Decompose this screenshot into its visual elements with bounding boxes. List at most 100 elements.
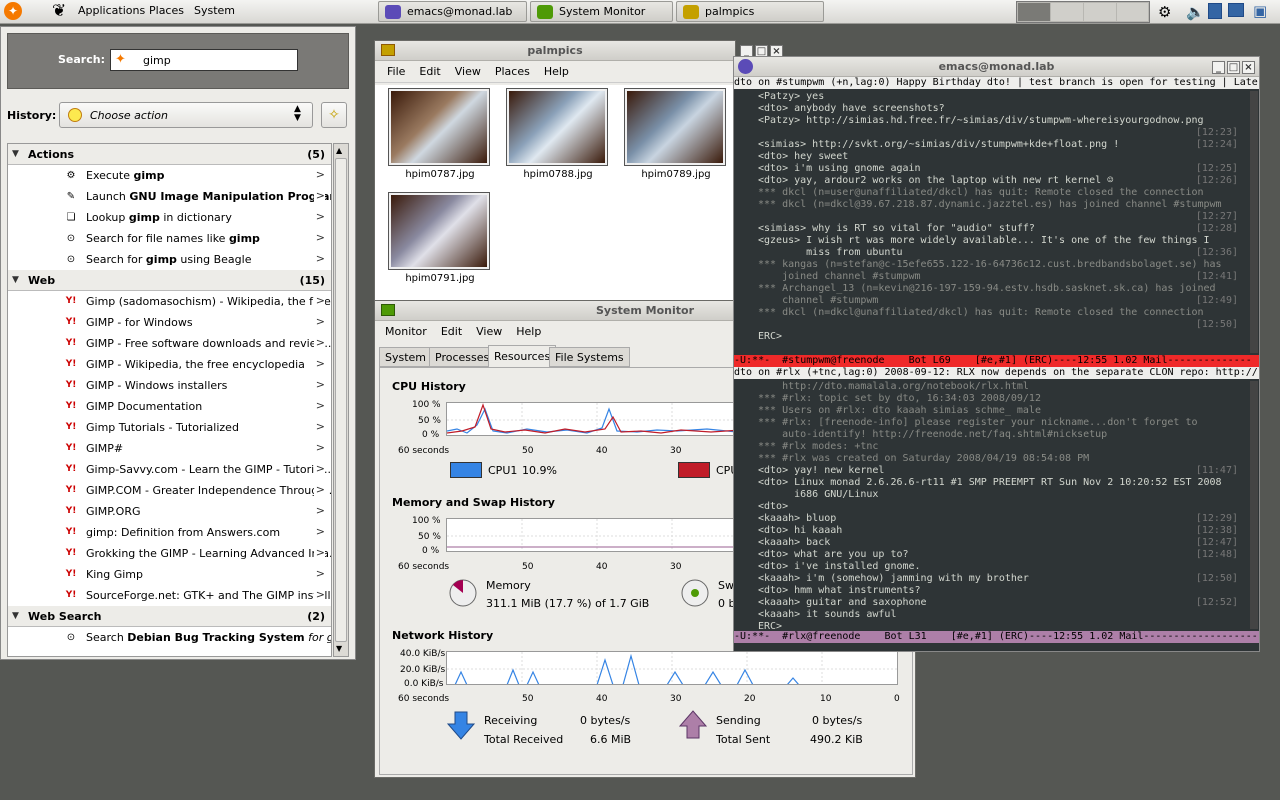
result-item[interactable]: ⊙ Search for gimp using Beagle > [8,249,331,270]
system-menu[interactable]: System [194,4,235,17]
user-switch-icon[interactable]: ▣ [1253,2,1267,20]
more-actions-arrow-icon[interactable]: > [313,315,325,328]
more-actions-arrow-icon[interactable]: > [313,252,325,265]
workspace-1[interactable] [1018,3,1050,21]
result-item[interactable]: Y! SourceForge.net: GTK+ and The GIMP ins… [8,585,331,606]
more-actions-arrow-icon[interactable]: > [313,189,325,202]
gnome-foot-icon[interactable]: ❦ [52,1,72,21]
scroll-down-icon[interactable]: ▼ [336,644,342,653]
task-system-monitor[interactable]: System Monitor [530,1,673,22]
more-actions-arrow-icon[interactable]: > [313,588,325,601]
expander-icon[interactable]: ▼ [12,611,19,621]
file-item[interactable]: hpim0789.jpg [624,88,731,180]
expander-icon[interactable]: ▼ [12,149,19,159]
workspace-2[interactable] [1051,3,1083,21]
menu-view[interactable]: View [455,65,481,78]
section-header[interactable]: ▼ Actions (5) [8,144,331,165]
more-actions-arrow-icon[interactable]: > [313,294,325,307]
scroll-thumb[interactable] [335,158,347,642]
more-actions-arrow-icon[interactable]: > [313,378,325,391]
applications-menu[interactable]: Applications [78,4,145,17]
section-header[interactable]: ▼ Web Search (2) [8,606,331,627]
task-palmpics[interactable]: palmpics [676,1,824,22]
places-menu[interactable]: Places [149,4,184,17]
tab-resources[interactable]: Resources [488,345,557,367]
menu-places[interactable]: Places [495,65,530,78]
result-item[interactable]: Y! GIMP Documentation > [8,396,331,417]
workspace-4[interactable] [1117,3,1148,21]
result-item[interactable]: Y! GIMP - Windows installers > [8,375,331,396]
erc-buffer-stumpwm[interactable]: <Patzy> yes <dto> anybody have screenshot… [734,89,1259,354]
more-actions-arrow-icon[interactable]: > [313,336,325,349]
clear-history-button[interactable]: ✧ [321,102,347,128]
result-item[interactable]: Y! King Gimp > [8,564,331,585]
menu-help[interactable]: Help [544,65,569,78]
result-item[interactable]: Y! gimp: Definition from Answers.com > [8,522,331,543]
task-emacs[interactable]: emacs@monad.lab [378,1,527,22]
display-icon[interactable] [1228,3,1244,17]
close-button[interactable]: × [1242,61,1255,74]
more-actions-arrow-icon[interactable]: > [313,441,325,454]
tab-system[interactable]: System [379,347,433,367]
menu-monitor[interactable]: Monitor [385,325,427,338]
emacs-frame: dto on #stumpwm (+n,lag:0) Happy Birthda… [734,77,1259,651]
erc-buffer-rlx[interactable]: http://dto.mamalala.org/notebook/rlx.htm… [734,379,1259,629]
cpu2-color-swatch[interactable] [678,462,710,478]
scrollbar-2[interactable] [1250,381,1258,629]
section-header[interactable]: ▼ Web (15) [8,270,331,291]
tab-file-systems[interactable]: File Systems [549,347,630,367]
expander-icon[interactable]: ▼ [12,275,19,285]
result-item[interactable]: Y! Grokking the GIMP - Learning Advanced … [8,543,331,564]
more-actions-arrow-icon[interactable]: > [313,231,325,244]
result-item[interactable]: Y! Gimp Tutorials - Tutorialized > [8,417,331,438]
notification-icon[interactable] [1208,3,1222,19]
result-item[interactable]: Y! GIMP - Wikipedia, the free encyclopedi… [8,354,331,375]
menu-file[interactable]: File [387,65,405,78]
deskbar-icon[interactable]: ✦ [4,2,22,20]
more-actions-arrow-icon[interactable]: > [313,210,325,223]
menu-edit[interactable]: Edit [419,65,440,78]
more-actions-arrow-icon[interactable]: > [313,399,325,412]
more-actions-arrow-icon[interactable]: > [313,462,325,475]
workspace-3[interactable] [1084,3,1116,21]
cpu1-color-swatch[interactable] [450,462,482,478]
workspace-switcher[interactable] [1016,1,1150,23]
menu-view[interactable]: View [476,325,502,338]
result-item[interactable]: Y! GIMP - for Windows > [8,312,331,333]
result-item[interactable]: Y! GIMP.COM - Greater Independence Throug… [8,480,331,501]
history-combo[interactable]: Choose action ▲ ▼ [59,102,313,128]
more-actions-arrow-icon[interactable]: > [313,567,325,580]
more-actions-arrow-icon[interactable]: > [313,525,325,538]
more-actions-arrow-icon[interactable]: > [313,504,325,517]
result-item[interactable]: Y! Gimp-Savvy.com - Learn the GIMP - Tuto… [8,459,331,480]
result-item[interactable]: Y! Gimp (sadomasochism) - Wikipedia, the … [8,291,331,312]
more-actions-arrow-icon[interactable]: > [313,168,325,181]
file-item[interactable]: hpim0788.jpg [506,88,613,180]
file-item[interactable]: hpim0791.jpg [388,192,495,284]
menu-help[interactable]: Help [516,325,541,338]
file-item[interactable]: hpim0787.jpg [388,88,495,180]
network-icon[interactable]: ⚙ [1158,3,1171,21]
more-actions-arrow-icon[interactable]: > [313,546,325,559]
result-item[interactable]: Y! GIMP# > [8,438,331,459]
menu-edit[interactable]: Edit [441,325,462,338]
scrollbar-1[interactable] [1250,91,1258,353]
result-item[interactable]: ❏ Lookup gimp in dictionary > [8,207,331,228]
result-item[interactable]: ⊙ Search Debian Bug Tracking System for g… [8,627,331,648]
volume-icon[interactable]: 🔈 [1186,3,1205,21]
search-input[interactable]: ✦ gimp [110,49,298,71]
minimize-button[interactable]: _ [1212,61,1225,74]
maximize-button[interactable]: □ [1227,61,1240,74]
result-item[interactable]: Y! GIMP - Free software downloads and rev… [8,333,331,354]
results-scrollbar[interactable]: ▲ ▼ [333,143,349,657]
result-item[interactable]: ⊙ Search for file names like gimp > [8,228,331,249]
more-actions-arrow-icon[interactable]: > [313,483,325,496]
result-item[interactable]: ⚙ Execute gimp > [8,165,331,186]
result-item[interactable]: ✎ Launch GNU Image Manipulation Program..… [8,186,331,207]
result-item[interactable]: Y! GIMP.ORG > [8,501,331,522]
more-actions-arrow-icon[interactable]: > [313,420,325,433]
window-title: System Monitor [596,304,694,317]
tab-processes[interactable]: Processes [429,347,496,367]
scroll-up-icon[interactable]: ▲ [336,146,342,155]
more-actions-arrow-icon[interactable]: > [313,357,325,370]
